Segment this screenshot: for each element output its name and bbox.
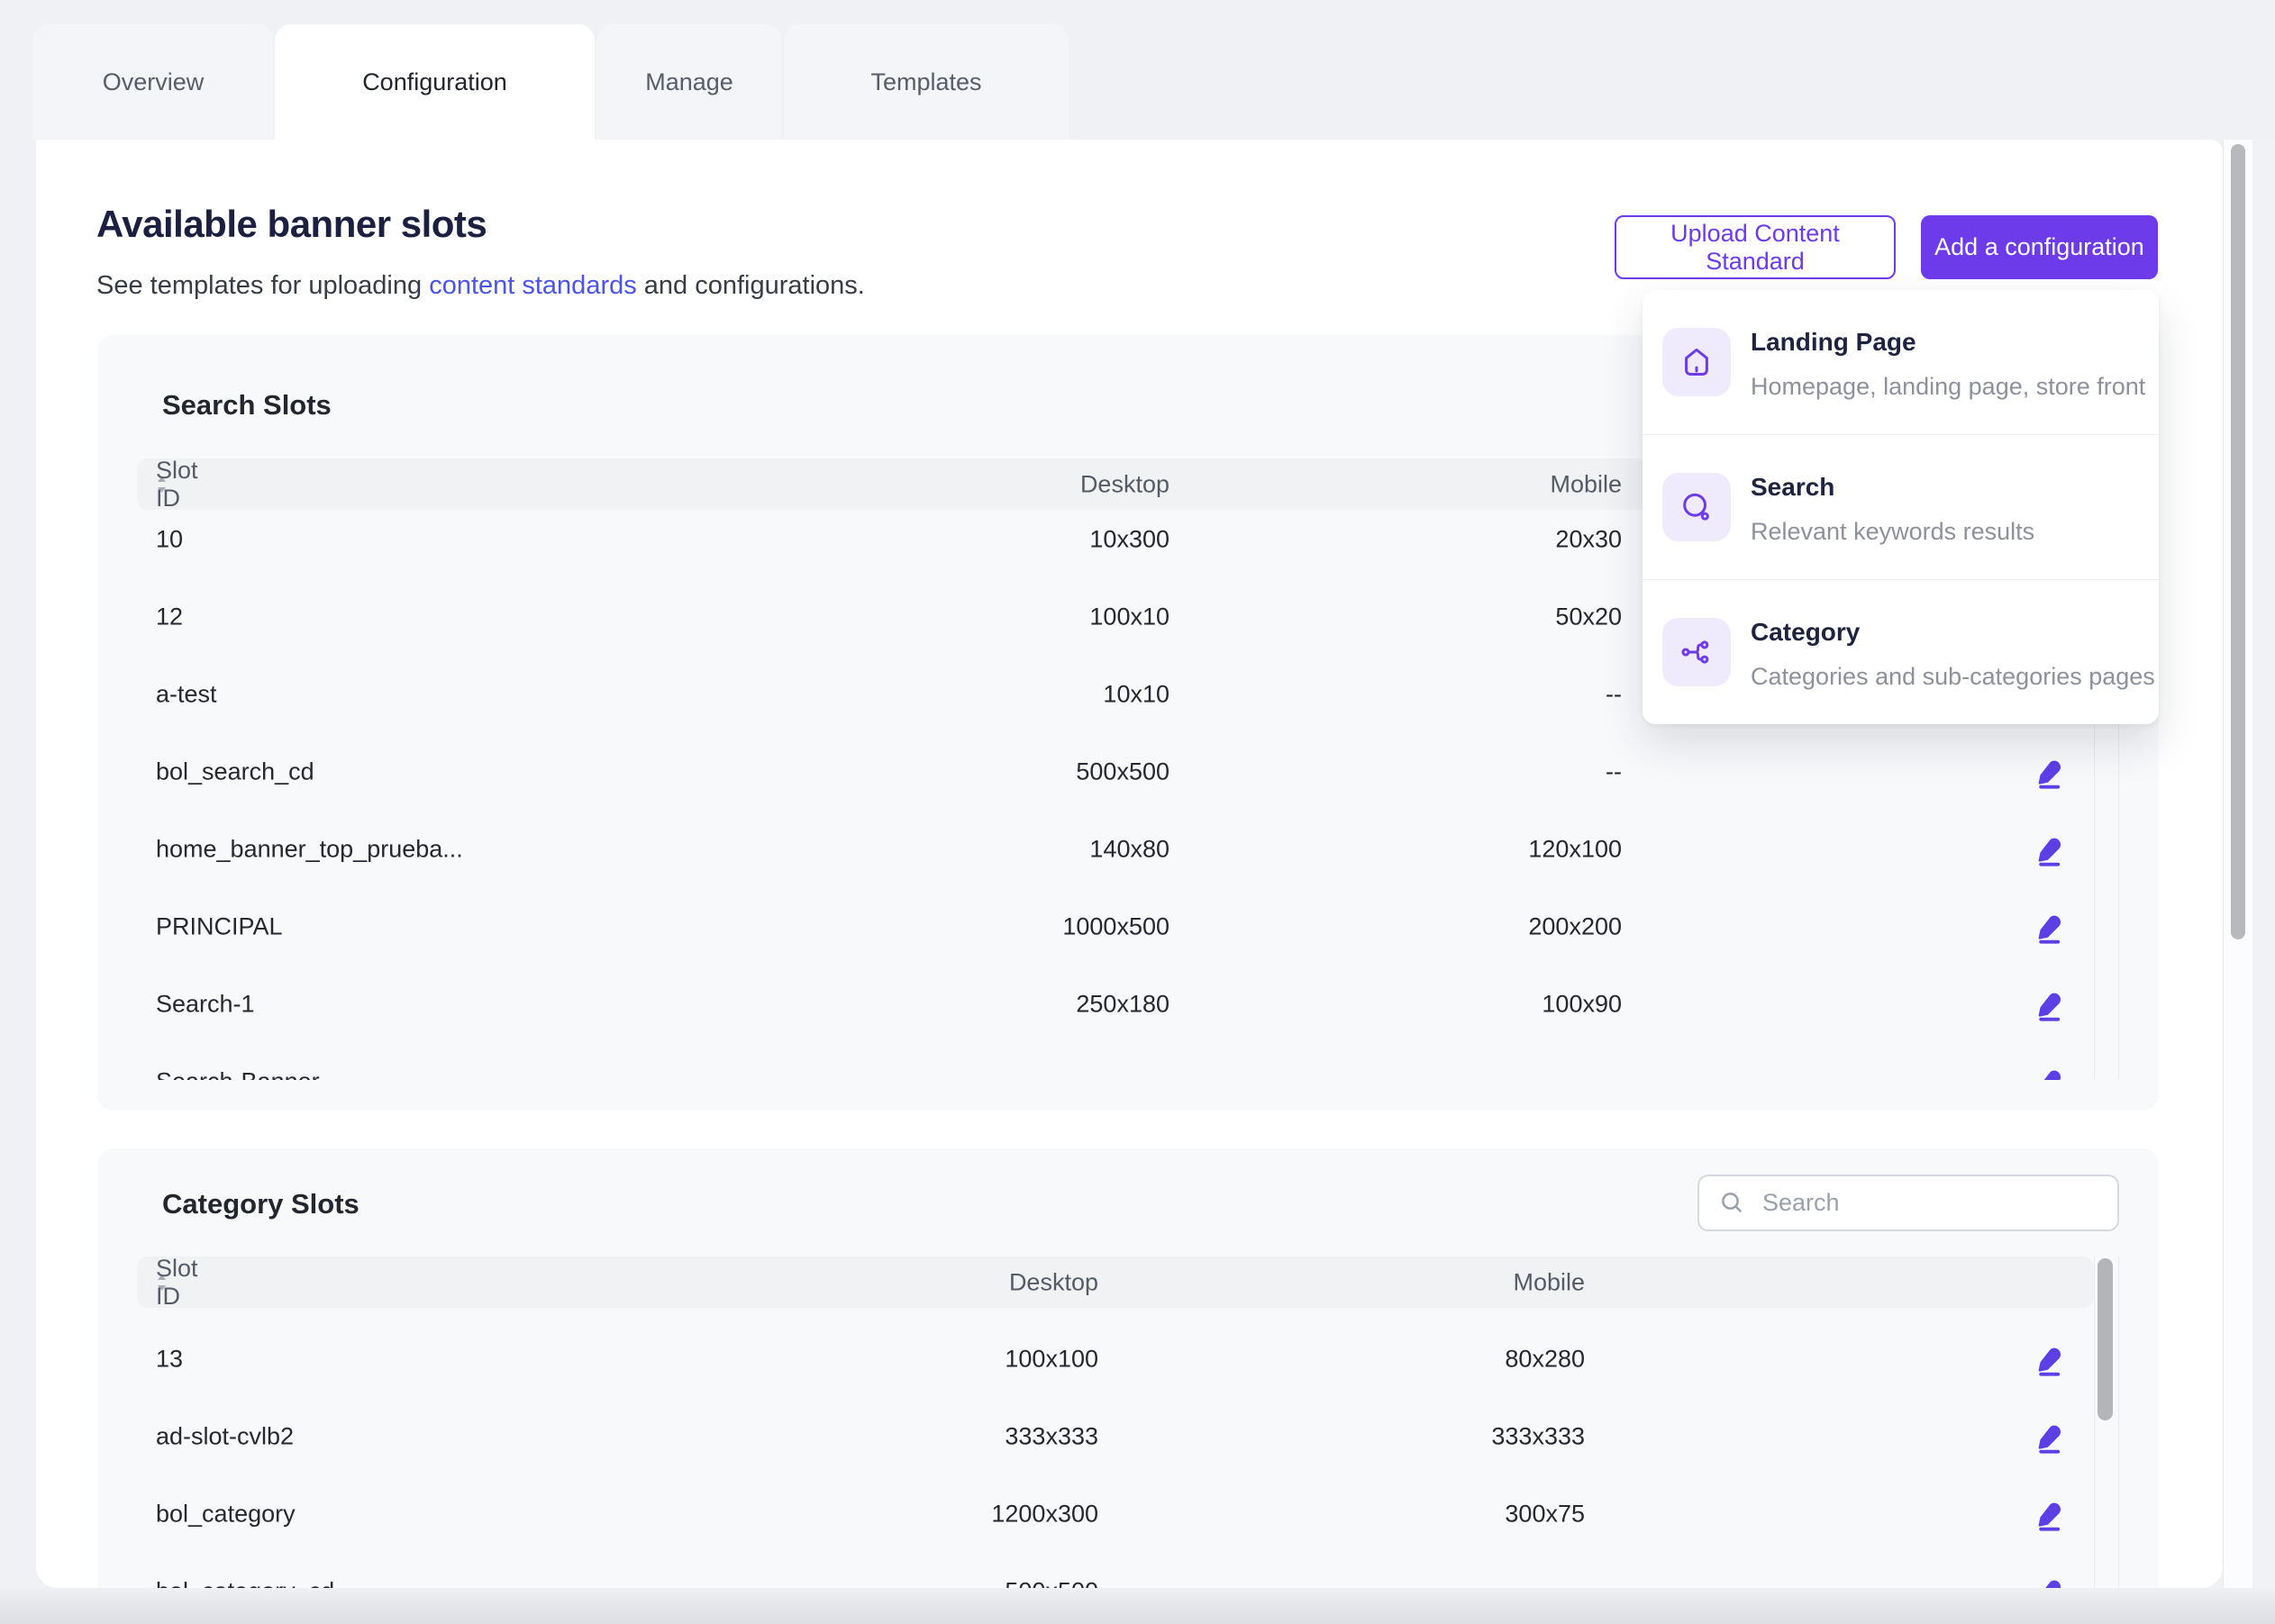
pencil-icon bbox=[2035, 753, 2071, 789]
table-header-row: Slot ID Desktop Mobile bbox=[137, 1257, 2094, 1308]
edit-button[interactable] bbox=[2034, 1063, 2072, 1080]
mobile-cell: 50x20 bbox=[97, 603, 1622, 631]
edit-button[interactable] bbox=[2034, 1340, 2072, 1378]
search-icon bbox=[1719, 1190, 1746, 1217]
page-scrollbar-thumb[interactable] bbox=[2231, 144, 2245, 939]
category-search bbox=[1697, 1175, 2119, 1231]
menu-item-description: Categories and sub-categories pages bbox=[1751, 663, 2155, 691]
tab-templates[interactable]: Templates bbox=[784, 24, 1069, 140]
upload-content-standard-button[interactable]: Upload Content Standard bbox=[1615, 215, 1896, 279]
edit-button[interactable] bbox=[2034, 1418, 2072, 1456]
page-subtitle: See templates for uploading content stan… bbox=[96, 271, 865, 301]
table-row: bol_category 1200x300 300x75 bbox=[97, 1475, 2159, 1553]
subtitle-text-suffix: and configurations. bbox=[637, 271, 865, 300]
category-icon bbox=[1662, 618, 1731, 686]
page-scrollbar-track[interactable] bbox=[2223, 140, 2252, 1624]
menu-item-title: Search bbox=[1751, 473, 1834, 502]
tab-manage[interactable]: Manage bbox=[596, 24, 782, 140]
tab-bar: Overview Configuration Manage Templates bbox=[33, 24, 1069, 140]
mobile-cell: 300x75 bbox=[97, 1501, 1585, 1529]
pencil-icon bbox=[2035, 1063, 2071, 1080]
content-standards-link[interactable]: content standards bbox=[429, 271, 637, 300]
mobile-cell: 200x200 bbox=[97, 913, 1622, 941]
table-row: PRINCIPAL 1000x500 200x200 bbox=[97, 888, 2159, 966]
pencil-icon bbox=[2035, 1340, 2071, 1376]
menu-item-landing-page[interactable]: Landing Page Homepage, landing page, sto… bbox=[1643, 290, 2159, 434]
table-scrollbar-thumb[interactable] bbox=[2098, 1258, 2113, 1420]
add-configuration-menu: Landing Page Homepage, landing page, sto… bbox=[1643, 290, 2159, 724]
search-slots-title: Search Slots bbox=[162, 389, 332, 422]
pencil-icon bbox=[2035, 830, 2071, 866]
mobile-cell: -- bbox=[97, 681, 1622, 709]
menu-item-description: Relevant keywords results bbox=[1751, 518, 2034, 546]
table-row: Search-Banner-... bbox=[97, 1043, 2159, 1080]
edit-button[interactable] bbox=[2034, 830, 2072, 868]
column-header-mobile: Mobile bbox=[137, 1268, 1585, 1296]
mobile-cell: 333x333 bbox=[97, 1423, 1585, 1451]
category-slots-title: Category Slots bbox=[162, 1188, 359, 1220]
pencil-icon bbox=[2035, 1573, 2071, 1588]
edit-button[interactable] bbox=[2034, 753, 2072, 791]
main-panel: Available banner slots See templates for… bbox=[36, 140, 2223, 1588]
menu-item-title: Category bbox=[1751, 618, 1860, 647]
tab-configuration[interactable]: Configuration bbox=[275, 24, 595, 140]
tab-overview[interactable]: Overview bbox=[33, 24, 273, 140]
pencil-icon bbox=[2035, 908, 2071, 944]
edit-button[interactable] bbox=[2034, 908, 2072, 946]
mobile-cell: 20x30 bbox=[97, 526, 1622, 554]
mobile-cell: 100x90 bbox=[97, 991, 1622, 1019]
mobile-cell: 80x280 bbox=[97, 1346, 1585, 1374]
pencil-icon bbox=[2035, 985, 2071, 1021]
edit-button[interactable] bbox=[2034, 1573, 2072, 1588]
pencil-icon bbox=[2035, 1418, 2071, 1454]
table-row: home_banner_top_prueba... 140x80 120x100 bbox=[97, 811, 2159, 888]
table-row: ad-slot-cvlb2 333x333 333x333 bbox=[97, 1398, 2159, 1475]
table-row: bol_category_cd 500x500 bbox=[97, 1553, 2159, 1588]
menu-item-description: Homepage, landing page, store front bbox=[1751, 373, 2145, 401]
subtitle-text: See templates for uploading bbox=[96, 271, 429, 300]
edit-button[interactable] bbox=[2034, 985, 2072, 1023]
category-search-input[interactable] bbox=[1761, 1188, 2098, 1218]
mobile-cell: -- bbox=[97, 758, 1622, 786]
slot-id-cell: Search-Banner-... bbox=[156, 1068, 348, 1081]
category-slots-table: Slot ID Desktop Mobile 13 100x100 80x280 bbox=[97, 1257, 2159, 1588]
category-slots-card: Category Slots Slot ID Desktop Mobile 13… bbox=[97, 1148, 2159, 1588]
table-body: 13 100x100 80x280 ad-slot-cvlb2 333x333 … bbox=[97, 1320, 2159, 1588]
desktop-cell: 500x500 bbox=[97, 1578, 1098, 1589]
menu-item-title: Landing Page bbox=[1751, 328, 1916, 357]
menu-item-search[interactable]: Search Relevant keywords results bbox=[1643, 434, 2159, 579]
right-margin bbox=[2252, 140, 2275, 1624]
mobile-cell: 120x100 bbox=[97, 836, 1622, 864]
table-row: 13 100x100 80x280 bbox=[97, 1320, 2159, 1398]
bottom-edge-shadow bbox=[0, 1588, 2275, 1624]
edit-button[interactable] bbox=[2034, 1495, 2072, 1533]
add-configuration-button[interactable]: Add a configuration bbox=[1921, 215, 2158, 279]
table-row: bol_search_cd 500x500 -- bbox=[97, 733, 2159, 811]
menu-item-category[interactable]: Category Categories and sub-categories p… bbox=[1643, 579, 2159, 724]
home-icon bbox=[1662, 328, 1731, 396]
search-icon bbox=[1662, 473, 1731, 541]
page-title: Available banner slots bbox=[96, 203, 487, 246]
table-row: Search-1 250x180 100x90 bbox=[97, 966, 2159, 1043]
pencil-icon bbox=[2035, 1495, 2071, 1531]
column-header-mobile: Mobile bbox=[137, 470, 1622, 498]
